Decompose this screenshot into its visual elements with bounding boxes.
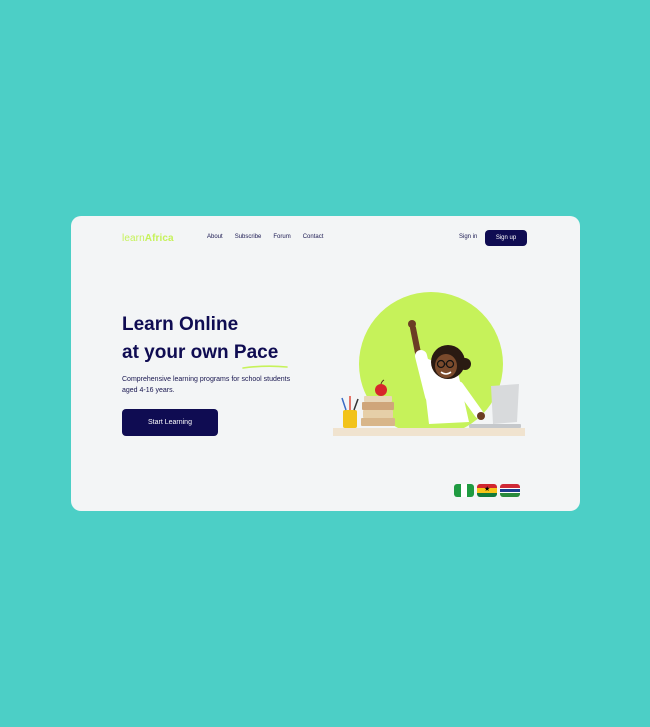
headline-underline-decoration [242,365,288,369]
hero-headline-line1: Learn Online [122,314,239,335]
nav-about[interactable]: About [207,234,223,240]
start-learning-button[interactable]: Start Learning [122,409,218,436]
gambia-flag-icon[interactable] [500,484,520,497]
hero-headline-line2: at your own Pace [122,342,279,363]
ghana-flag-icon[interactable]: ★ [477,484,497,497]
nav-subscribe[interactable]: Subscribe [235,234,262,240]
nigeria-flag-icon[interactable] [454,484,474,497]
signup-button[interactable]: Sign up [485,230,527,246]
student-illustration [333,320,525,436]
laptop-icon [491,384,519,424]
signin-link[interactable]: Sign in [459,234,477,240]
nav-contact[interactable]: Contact [303,234,324,240]
country-flags: ★ [454,484,520,497]
hero-description: Comprehensive learning programs for scho… [122,376,291,394]
apple-icon [375,384,387,396]
desk [333,428,525,436]
brand-logo[interactable]: learnAfrica [122,233,174,244]
nav-forum[interactable]: Forum [273,234,290,240]
pencil-cup-icon [343,410,357,428]
main-nav: About Subscribe Forum Contact [207,234,323,240]
landing-card: learnAfrica About Subscribe Forum Contac… [71,216,580,511]
